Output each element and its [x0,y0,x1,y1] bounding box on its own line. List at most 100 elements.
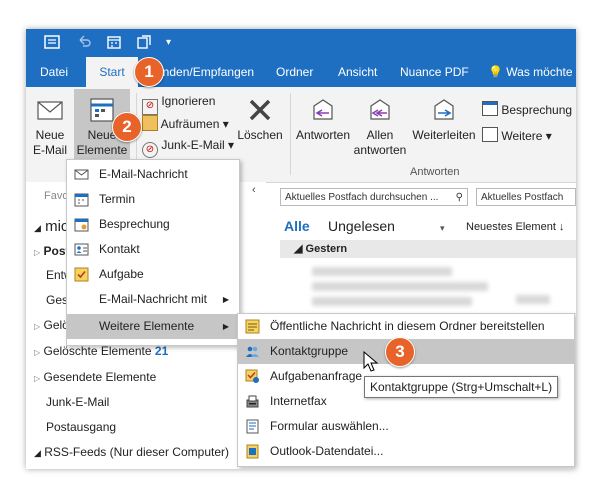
customize-dropdown-icon[interactable]: ▾ [166,34,171,52]
new-items-menu: E-Mail-Nachricht Termin Besprechung Kont… [66,159,240,346]
clean-up-icon [142,115,158,131]
submenu-item-label: Öffentliche Nachricht in diesem Ordner b… [270,319,545,333]
calendar-icon [74,193,89,207]
search-icon: ⚲ [455,192,463,203]
account-node[interactable]: ◢ mic [34,218,68,235]
reply-all-label-1: Allen [366,128,394,142]
fax-icon [246,395,259,408]
search-scope-dropdown[interactable]: Aktuelles Postfach [476,188,576,206]
filter-unread[interactable]: Ungelesen [328,218,395,234]
menu-item-label: Kontakt [99,242,140,256]
folder-rss-label: RSS-Feeds (Nur dieser Computer) [44,445,229,459]
forward-button[interactable]: Weiterleiten [410,95,478,143]
tab-datei[interactable]: Datei [40,57,68,87]
ribbon-separator [290,93,291,175]
menu-item-label: Besprechung [99,217,170,231]
reply-label: Antworten [295,128,351,142]
reply-all-label-2: antworten [353,143,407,157]
contact-icon [74,243,89,256]
submenu-arrow-icon: ▶ [222,295,229,304]
new-items-quick-icon[interactable] [136,34,152,55]
menu-item-task[interactable]: Aufgabe [67,262,239,287]
tab-nuance-pdf[interactable]: Nuance PDF [400,57,469,87]
folder-sent-items[interactable]: ▷ Gesendete Elemente [34,370,156,384]
lightbulb-icon: 💡 [488,65,503,79]
collapse-pane-icon[interactable]: ‹ [252,184,256,196]
contact-group-icon [246,346,259,357]
delete-x-icon [249,99,271,121]
mouse-cursor-icon [363,351,379,372]
filter-dropdown-icon[interactable]: ▾ [440,223,445,234]
junk-button[interactable]: ⊘ Junk-E-Mail ▾ [142,137,234,158]
reply-all-icon [370,99,390,120]
delete-button[interactable]: Löschen [232,95,288,143]
submenu-item-choose-form[interactable]: Formular auswählen... [238,414,574,439]
clean-up-button[interactable]: Aufräumen ▾ [142,115,229,132]
menu-item-label: Aufgabe [99,267,144,281]
search-placeholder: Aktuelles Postfach durchsuchen ... [285,192,439,203]
menu-item-meeting[interactable]: Besprechung [67,212,239,237]
more-respond-button[interactable]: Weitere ▾ [482,127,552,144]
meeting-reply-button[interactable]: Besprechung [482,101,572,118]
submenu-item-label: Internetfax [270,394,327,408]
more-icon [482,127,498,142]
folder-junk[interactable]: Junk-E-Mail [46,395,109,409]
collapse-icon: ◢ [34,448,41,458]
sort-control[interactable]: Neuestes Element ↓ [466,221,564,233]
callout-step-1: 1 [134,57,164,87]
menu-item-contact[interactable]: Kontakt [67,237,239,262]
calendar-quick-icon[interactable] [106,34,122,55]
tab-ordner[interactable]: Ordner [276,57,313,87]
tell-me-box[interactable]: 💡 Was möchte [488,57,573,87]
meeting-icon [74,218,89,232]
blurred-preview [312,297,472,306]
filter-all[interactable]: Alle [284,218,310,234]
tab-start[interactable]: Start [86,57,138,87]
send-receive-icon[interactable] [44,34,60,55]
group-header-yesterday[interactable]: ◢ Gestern [280,240,576,258]
reply-button[interactable]: Antworten [292,95,354,143]
submenu-item-label: Aufgabenanfrage [270,369,363,383]
ignore-button[interactable]: ⊘ Ignorieren [142,93,215,115]
new-email-button[interactable]: Neue E-Mail [28,95,72,158]
folder-rss[interactable]: ◢ RSS-Feeds (Nur dieser Computer) [34,445,229,459]
blurred-subject [312,282,488,291]
collapse-icon: ◢ [34,223,41,233]
reply-all-button[interactable]: Allen antworten [352,95,408,158]
tab-ansicht[interactable]: Ansicht [338,57,377,87]
junk-label: Junk-E-Mail ▾ [161,138,235,152]
folder-inbox[interactable]: ▷ Post [34,244,70,258]
folder-sent-label: Gesendete Elemente [43,370,157,384]
submenu-item-post[interactable]: Öffentliche Nachricht in diesem Ordner b… [238,314,574,339]
post-icon [245,319,260,334]
submenu-item-data-file[interactable]: Outlook-Datendatei... [238,439,574,464]
expand-icon: ▷ [34,248,41,257]
menu-item-email-with[interactable]: E-Mail-Nachricht mit ▶ [67,287,239,312]
undo-icon[interactable] [76,34,92,55]
blurred-time [516,295,550,304]
group-label: Gestern [305,243,348,255]
menu-item-more-items[interactable]: Weitere Elemente ▶ [67,314,239,339]
tell-me-label: Was möchte [506,65,573,79]
task-request-icon [245,369,259,383]
menu-item-email[interactable]: E-Mail-Nachricht [67,162,239,187]
folder-deleted-items[interactable]: ▷ Gelöschte Elemente 21 [34,344,168,358]
group-label-respond: Antworten [410,166,460,178]
delete-label: Löschen [237,128,283,142]
tooltip: Kontaktgruppe (Strg+Umschalt+L) [364,376,559,398]
submenu-arrow-icon: ▶ [222,322,229,331]
blurred-sender [312,267,452,276]
new-email-icon [37,101,63,120]
menu-item-appointment[interactable]: Termin [67,187,239,212]
search-input[interactable]: Aktuelles Postfach durchsuchen ... ⚲ [280,188,468,206]
folder-deleted-short[interactable]: ▷ Gelö [34,318,69,332]
outlook-window: ▾ Datei Start Senden/Empfangen Ordner An… [26,29,576,469]
ignore-icon: ⊘ [142,99,158,115]
data-file-icon [246,444,259,459]
new-email-label-2: E-Mail [32,143,67,157]
unread-count: 21 [154,344,169,358]
folder-outbox[interactable]: Postausgang [46,420,116,434]
folder-deleted-label: Gelöschte Elemente [43,344,152,358]
callout-step-3: 3 [385,337,415,367]
reply-icon [313,99,333,120]
